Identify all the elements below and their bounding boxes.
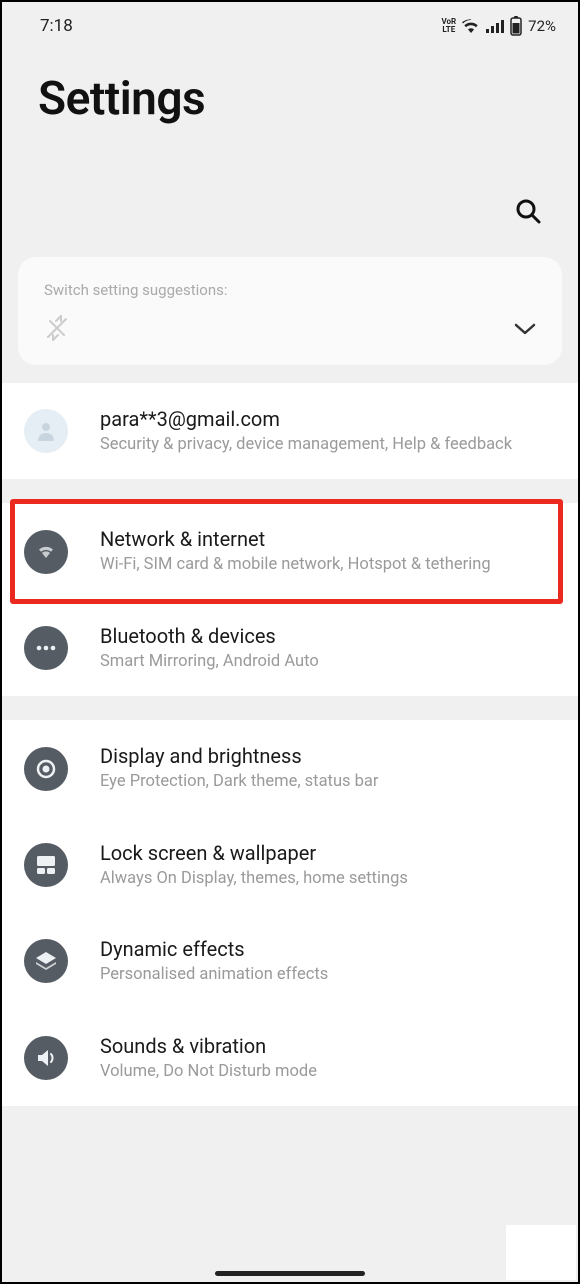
wifi-icon bbox=[462, 19, 480, 33]
row-sub: Personalised animation effects bbox=[100, 964, 560, 985]
more-circle-icon bbox=[24, 626, 68, 670]
row-title: Lock screen & wallpaper bbox=[100, 841, 560, 865]
sounds-vibration-row[interactable]: Sounds & vibration Volume, Do Not Distur… bbox=[2, 1010, 578, 1106]
settings-group-2: Display and brightness Eye Protection, D… bbox=[2, 720, 578, 1106]
row-sub: Smart Mirroring, Android Auto bbox=[100, 651, 560, 672]
row-title: Display and brightness bbox=[100, 744, 560, 768]
settings-group-1: Network & internet Wi-Fi, SIM card & mob… bbox=[2, 503, 578, 696]
bluetooth-devices-row[interactable]: Bluetooth & devices Smart Mirroring, And… bbox=[2, 600, 578, 696]
battery-icon bbox=[510, 16, 522, 36]
avatar-icon bbox=[24, 409, 68, 453]
row-sub: Volume, Do Not Disturb mode bbox=[100, 1061, 560, 1082]
wifi-circle-icon bbox=[24, 530, 68, 574]
dynamic-effects-row[interactable]: Dynamic effects Personalised animation e… bbox=[2, 913, 578, 1009]
row-title: Dynamic effects bbox=[100, 937, 560, 961]
account-email: para**3@gmail.com bbox=[100, 407, 560, 431]
switch-off-icon bbox=[44, 315, 70, 345]
speaker-icon bbox=[24, 1036, 68, 1080]
suggestions-card[interactable]: Switch setting suggestions: bbox=[18, 257, 562, 365]
page-header: Settings bbox=[2, 42, 578, 136]
display-brightness-row[interactable]: Display and brightness Eye Protection, D… bbox=[2, 720, 578, 816]
row-title: Sounds & vibration bbox=[100, 1034, 560, 1058]
status-bar: 7:18 VoRLTE 72% bbox=[2, 2, 578, 42]
lockscreen-wallpaper-row[interactable]: Lock screen & wallpaper Always On Displa… bbox=[2, 817, 578, 913]
account-sub: Security & privacy, device management, H… bbox=[100, 434, 560, 455]
row-sub: Eye Protection, Dark theme, status bar bbox=[100, 771, 560, 792]
suggestions-title: Switch setting suggestions: bbox=[44, 281, 536, 299]
search-button[interactable] bbox=[508, 191, 548, 231]
account-row[interactable]: para**3@gmail.com Security & privacy, de… bbox=[2, 383, 578, 479]
layers-icon bbox=[24, 939, 68, 983]
battery-percent: 72% bbox=[528, 17, 556, 35]
page-title: Settings bbox=[38, 72, 542, 126]
account-section: para**3@gmail.com Security & privacy, de… bbox=[2, 383, 578, 479]
nav-indicator[interactable] bbox=[215, 1271, 365, 1276]
network-internet-row[interactable]: Network & internet Wi-Fi, SIM card & mob… bbox=[2, 503, 578, 599]
wallpaper-icon bbox=[24, 843, 68, 887]
row-title: Bluetooth & devices bbox=[100, 624, 560, 648]
chevron-down-icon bbox=[514, 321, 536, 340]
row-sub: Wi-Fi, SIM card & mobile network, Hotspo… bbox=[100, 554, 560, 575]
search-icon bbox=[514, 197, 542, 225]
signal-icon bbox=[486, 19, 504, 33]
status-icons: VoRLTE 72% bbox=[441, 16, 556, 36]
corner-overlay bbox=[506, 1225, 576, 1280]
row-sub: Always On Display, themes, home settings bbox=[100, 868, 560, 889]
row-title: Network & internet bbox=[100, 527, 560, 551]
brightness-circle-icon bbox=[24, 747, 68, 791]
volte-icon: VoRLTE bbox=[441, 18, 456, 34]
status-time: 7:18 bbox=[40, 16, 73, 36]
